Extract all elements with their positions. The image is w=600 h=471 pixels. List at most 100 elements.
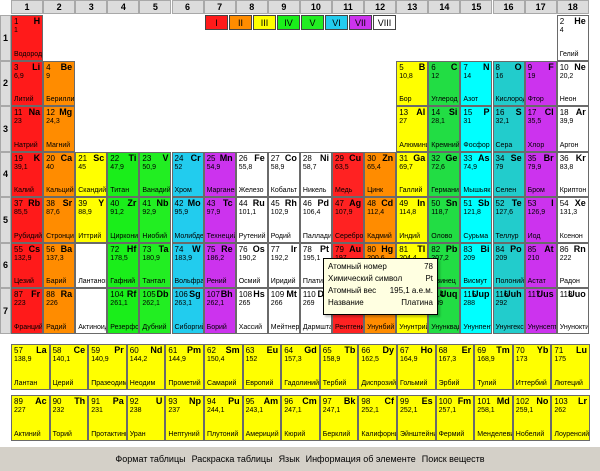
element-cell[interactable]: 42Mo95,9 Молибден [171, 197, 204, 243]
element-cell[interactable]: 69 Tm 168,9 Тулий [474, 344, 513, 390]
element-cell[interactable]: 98 Cf 252,1 Калифорний [358, 395, 397, 441]
element-cell[interactable]: 43 Tc 97,9 Технеций [203, 197, 236, 243]
element-cell[interactable]: 58 Ce 140,1 Церий [49, 344, 89, 390]
element-cell[interactable]: 94 Pu 244,1 Плутоний [204, 395, 243, 441]
element-cell[interactable]: Лантаноиды [75, 242, 108, 288]
element-cell[interactable]: 117UusУнунсептий [524, 288, 557, 334]
element-cell[interactable]: 52 Te 127,6 Теллур [492, 197, 525, 243]
element-cell[interactable]: 30 Zn 65,4 Цинк [364, 151, 397, 197]
element-cell[interactable]: 23 V 50,9 Ванадий [139, 151, 172, 197]
element-cell[interactable]: 61 Pm 144,9 Прометий [165, 344, 204, 390]
element-cell[interactable]: 100 Fm 257,1 Фермий [435, 395, 475, 441]
element-cell[interactable]: 106 Sg 263,1 Сиборгий [171, 288, 204, 334]
element-cell[interactable]: 103 Lr 262 Лоуренсий [551, 395, 590, 441]
element-cell[interactable]: 67 Ho 164,9 Гольмий [397, 344, 436, 390]
element-cell[interactable]: 36 Kr 83,8 Криптон [556, 151, 589, 197]
element-cell[interactable]: 73 Ta 180,9 Тантал [139, 242, 172, 288]
element-cell[interactable]: 76 Os 190,2 Осмий [235, 242, 268, 288]
element-cell[interactable]: 71 Lu 175 Лютеций [551, 344, 590, 390]
element-cell[interactable]: 41 Nb 92,9 Ниобий [139, 197, 172, 243]
element-cell[interactable]: 12 Mg 24,3 Магний [43, 106, 76, 152]
element-cell[interactable]: 7 N 14 Азот [460, 60, 493, 106]
element-cell[interactable]: 101 Md258,1 Менделевий [474, 395, 513, 441]
element-cell[interactable]: 49 In 114,8 Индий [396, 197, 429, 243]
legend-item[interactable]: VI [325, 15, 348, 30]
element-cell[interactable]: 39 Y 88,9 Иттрий [75, 197, 108, 243]
element-cell[interactable]: 8 O 16 Кислород [492, 60, 525, 106]
element-cell[interactable]: 86 Rn 222 Радон [556, 242, 589, 288]
element-cell[interactable]: 77 Ir 192,2 Иридий [267, 242, 300, 288]
element-cell[interactable]: 102 No 259,1 Нобелий [512, 395, 552, 441]
element-cell[interactable]: 53 I 126,9 Иод [524, 197, 557, 243]
element-cell[interactable]: 92 U 238 Уран [126, 395, 166, 441]
legend-item[interactable]: IV [277, 15, 300, 30]
menu-item[interactable]: Формат таблицы [112, 454, 188, 464]
element-cell[interactable]: 32 Ge 72,6 Германий [428, 151, 461, 197]
element-cell[interactable]: 88 Ra 226 Радий [43, 288, 76, 334]
element-cell[interactable]: 48 Cd 112,4 Кадмий [364, 197, 397, 243]
legend-item[interactable]: III [253, 15, 276, 30]
element-cell[interactable]: 99 Es252,1 Эйнштейний [397, 395, 436, 441]
element-cell[interactable]: 75 Re 186,2 Рений [203, 242, 236, 288]
menu-item[interactable]: Раскраска таблицы [189, 454, 276, 464]
element-cell[interactable]: 47 Ag 107,9 Серебро [332, 197, 365, 243]
element-cell[interactable]: 6 C 12 Углерод [428, 60, 461, 106]
element-cell[interactable]: 93 Np 237 Нептуний [165, 395, 204, 441]
element-cell[interactable]: 63 Eu 152 Европий [242, 344, 282, 390]
element-cell[interactable]: 11 Na 23 Натрий [11, 106, 44, 152]
element-cell[interactable]: 33 As 74,9 Мышьяк [460, 151, 493, 197]
element-cell[interactable]: 5 B 10,8 Бор [396, 60, 429, 106]
element-cell[interactable]: 40 Zr 91,2 Цирконий [107, 197, 140, 243]
element-cell[interactable]: 2 He 4 Гелий [556, 15, 589, 61]
element-cell[interactable]: 95 Am 243,1 Америций [242, 395, 282, 441]
legend-item[interactable]: VII [349, 15, 372, 30]
menu-item[interactable]: Поиск веществ [419, 454, 488, 464]
element-cell[interactable]: 104Rf261,1 Резерфордий [107, 288, 140, 334]
element-cell[interactable]: 13 Al 27 Алюминий [396, 106, 429, 152]
legend-item[interactable]: VIII [373, 15, 396, 30]
element-cell[interactable]: 21 Sc 45 Скандий [75, 151, 108, 197]
element-cell[interactable]: 35 Br 79,9 Бром [524, 151, 557, 197]
element-cell[interactable]: 68 Er 167,3 Эрбий [435, 344, 475, 390]
element-cell[interactable]: 16 S 32,1 Сера [492, 106, 525, 152]
element-cell[interactable]: 44 Ru 101,1 Рутений [235, 197, 268, 243]
element-cell[interactable]: 28 Ni 58,7 Никель [299, 151, 332, 197]
element-cell[interactable]: 17 Cl 35,5 Хлор [524, 106, 557, 152]
element-cell[interactable]: 96 Cm 247,1 Кюрий [281, 395, 320, 441]
element-cell[interactable]: 60 Nd 144,2 Неодим [126, 344, 166, 390]
element-cell[interactable]: 24 Cr 52 Хром [171, 151, 204, 197]
element-cell[interactable]: 34 Se 79 Селен [492, 151, 525, 197]
element-cell[interactable]: 56 Ba 137,3 Барий [43, 242, 76, 288]
element-cell[interactable]: 118UuoУнуноктий [556, 288, 589, 334]
element-cell[interactable]: 27 Co 58,9 Кобальт [267, 151, 300, 197]
element-cell[interactable]: 74 W183,9 Вольфрам [171, 242, 204, 288]
element-cell[interactable]: Актиноиды [75, 288, 108, 334]
element-cell[interactable]: 1 H 1 Водород [11, 15, 44, 61]
element-cell[interactable]: 87 Fr 223 Франций [11, 288, 44, 334]
element-cell[interactable]: 29 Cu 63,5 Медь [332, 151, 365, 197]
element-cell[interactable]: 90 Th 232 Торий [49, 395, 89, 441]
element-cell[interactable]: 54 Xe 131,3 Ксенон [556, 197, 589, 243]
element-cell[interactable]: 108 Hs 265 Хассий [235, 288, 268, 334]
element-cell[interactable]: 37 Rb 85,5 Рубидий [11, 197, 44, 243]
element-cell[interactable]: 38 Sr 87,6 Стронций [43, 197, 76, 243]
element-cell[interactable]: 15 P 31 Фосфор [460, 106, 493, 152]
element-cell[interactable]: 72 Hf 178,5 Гафний [107, 242, 140, 288]
element-cell[interactable]: 107 Bh 262,1 Борий [203, 288, 236, 334]
legend-item[interactable]: II [229, 15, 252, 30]
element-cell[interactable]: 66 Dy 162,5 Диспрозий [358, 344, 397, 390]
element-cell[interactable]: 65 Tb 158,9 Тербий [319, 344, 359, 390]
element-cell[interactable]: 26 Fe 55,8 Железо [235, 151, 268, 197]
element-cell[interactable]: 50 Sn 118,7 Олово [428, 197, 461, 243]
menu-item[interactable]: Язык [276, 454, 303, 464]
element-cell[interactable]: 19 K 39,1 Калий [11, 151, 44, 197]
element-cell[interactable]: 116Uuh292Унунгексий [492, 288, 525, 334]
element-cell[interactable]: 64 Gd 157,3 Гадолиний [281, 344, 320, 390]
element-cell[interactable]: 25 Mn 54,9 Марганец [203, 151, 236, 197]
element-cell[interactable]: 31 Ga 69,7 Галлий [396, 151, 429, 197]
element-cell[interactable]: 62 Sm 150,4 Самарий [204, 344, 243, 390]
element-cell[interactable]: 115Uup288Унунпентий [460, 288, 493, 334]
element-cell[interactable]: 4 Be 9 Бериллий [43, 60, 76, 106]
element-cell[interactable]: 22 Ti 47,9 Титан [107, 151, 140, 197]
element-cell[interactable]: 89 Ac 227 Актиний [11, 395, 50, 441]
